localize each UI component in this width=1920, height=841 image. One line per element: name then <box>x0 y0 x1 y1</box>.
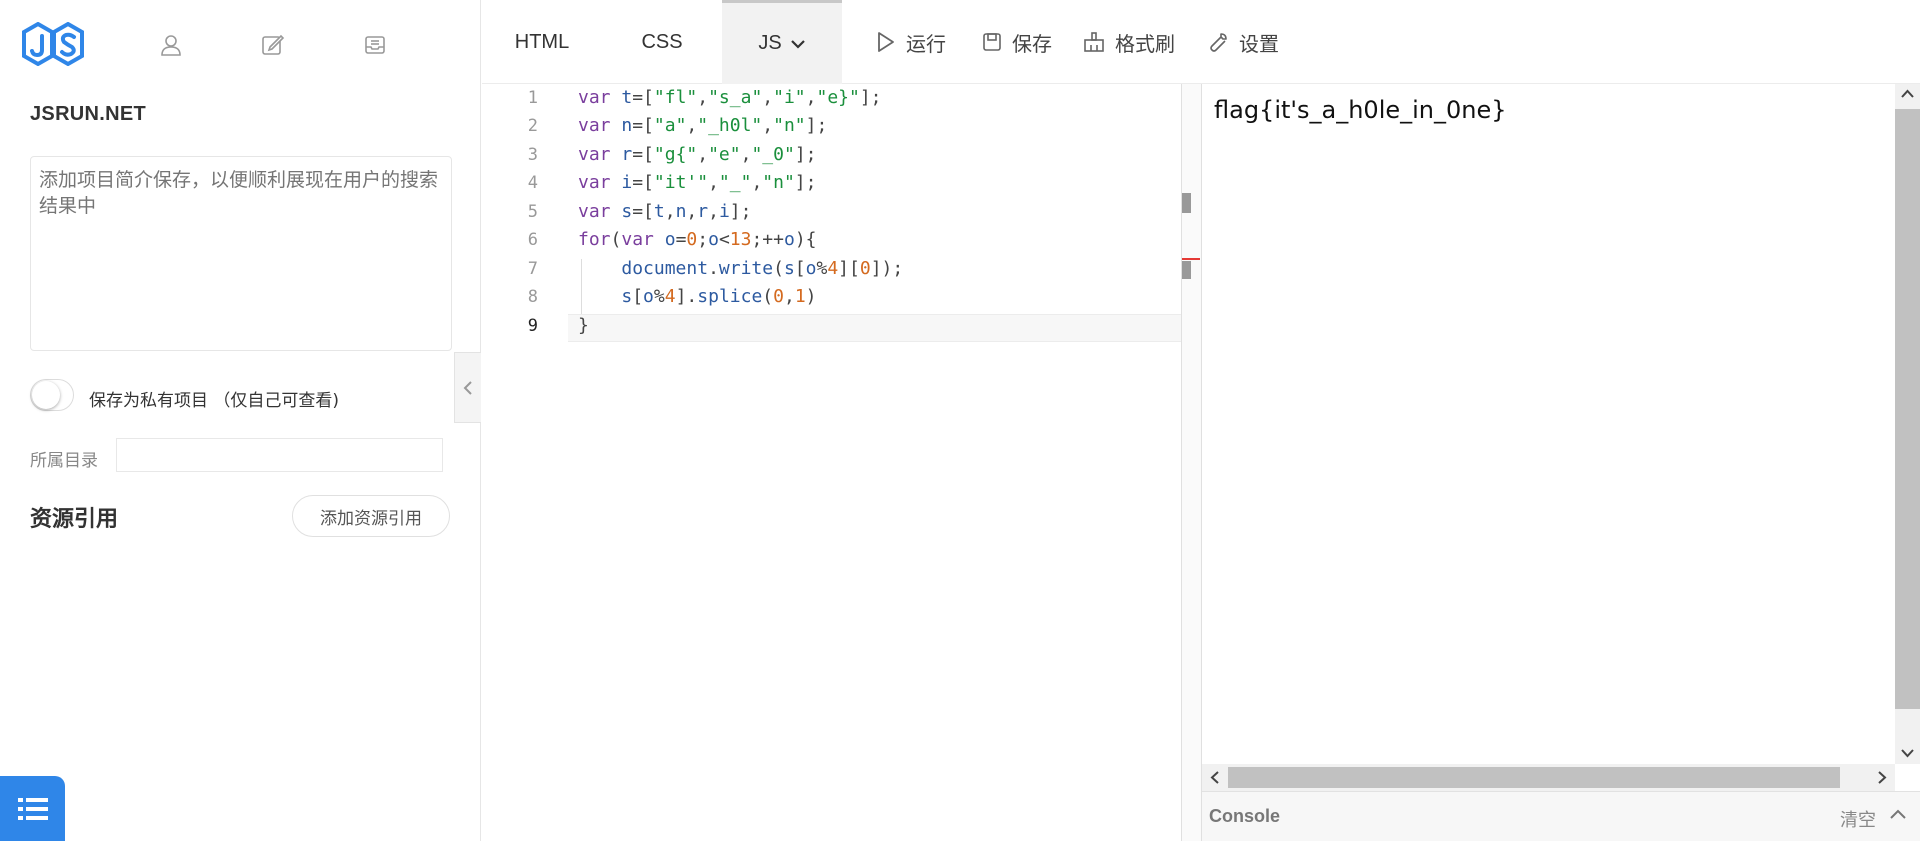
line-number: 5 <box>527 202 538 222</box>
brand-name: JSRUN.NET <box>30 103 147 125</box>
scroll-down-icon[interactable] <box>1901 749 1914 758</box>
sidebar: JSRUN.NET 保存为私有项目 （仅自己可查看) 所属目录 资源引用 添加资… <box>0 0 481 841</box>
tab-css-label: CSS <box>641 30 683 53</box>
sidebar-collapse-button[interactable] <box>454 352 481 423</box>
edit-icon[interactable] <box>261 33 285 57</box>
user-icon[interactable] <box>159 33 183 57</box>
preview-pane: flag{it's_a_h0le_in_0ne} <box>1202 84 1895 764</box>
chevron-up-icon[interactable] <box>1886 802 1910 826</box>
preview-horizontal-scrollbar[interactable] <box>1202 764 1895 791</box>
directory-select[interactable] <box>116 438 443 472</box>
save-button[interactable]: 保存 <box>982 26 1052 58</box>
list-icon <box>17 797 48 820</box>
directory-label: 所属目录 <box>30 451 98 471</box>
line-number: 4 <box>527 173 538 193</box>
menu-list-button[interactable] <box>0 776 65 841</box>
add-resource-button[interactable]: 添加资源引用 <box>292 495 450 537</box>
wrench-icon <box>1210 33 1227 52</box>
code-line: var t=["fl","s_a","i","e}"]; <box>578 87 882 108</box>
preview-output: flag{it's_a_h0le_in_0ne} <box>1214 96 1507 124</box>
toggle-knob <box>32 381 60 409</box>
inbox-icon[interactable] <box>363 33 387 57</box>
line-number: 6 <box>527 230 538 250</box>
run-label: 运行 <box>906 31 946 56</box>
code-line: var r=["g{","e","_0"]; <box>578 144 817 165</box>
code-line: } <box>578 315 589 336</box>
settings-button[interactable]: 设置 <box>1207 26 1279 58</box>
code-line: document.write(s[o%4][0]); <box>621 258 904 279</box>
format-button[interactable]: 格式刷 <box>1083 26 1175 58</box>
console-clear-button[interactable]: 清空 <box>1840 806 1876 832</box>
code-line: var s=[t,n,r,i]; <box>578 201 752 222</box>
console-panel: Console 清空 <box>1202 791 1920 841</box>
scrollbar-mark <box>1182 193 1191 213</box>
save-icon <box>983 33 1001 51</box>
run-button[interactable]: 运行 <box>876 26 946 58</box>
preview-horizontal-thumb[interactable] <box>1228 767 1840 788</box>
settings-label: 设置 <box>1239 31 1279 56</box>
resources-title: 资源引用 <box>30 507 119 532</box>
format-label: 格式刷 <box>1115 31 1175 56</box>
project-description-input[interactable] <box>30 156 452 351</box>
sidebar-nav <box>0 0 481 90</box>
error-marker <box>1182 258 1200 260</box>
tab-js[interactable]: JS <box>722 0 842 84</box>
code-editor[interactable]: 1 2 3 4 5 6 7 8 9 var t=["fl","s_a","i",… <box>482 84 1181 841</box>
line-number: 7 <box>527 259 538 279</box>
line-number: 1 <box>527 88 538 108</box>
private-project-label: 保存为私有项目 （仅自己可查看) <box>89 391 340 411</box>
preview-vertical-scrollbar[interactable] <box>1895 84 1920 764</box>
line-number: 8 <box>527 287 538 307</box>
console-label: Console <box>1209 806 1281 826</box>
play-icon <box>878 32 894 52</box>
jsrun-logo-icon[interactable] <box>22 22 86 66</box>
scroll-left-icon[interactable] <box>1210 771 1219 784</box>
active-line-highlight <box>568 314 1181 342</box>
tab-html-label: HTML <box>514 30 570 53</box>
private-project-toggle[interactable] <box>30 379 74 411</box>
scrollbar-mark <box>1182 261 1191 279</box>
line-number-gutter: 1 2 3 4 5 6 7 8 9 <box>482 84 568 841</box>
preview-vertical-thumb[interactable] <box>1895 109 1920 709</box>
tab-js-label: JS <box>758 32 782 54</box>
line-number: 3 <box>527 145 538 165</box>
scroll-up-icon[interactable] <box>1901 89 1914 98</box>
scroll-right-icon[interactable] <box>1878 771 1887 784</box>
code-line: for(var o=0;o<13;++o){ <box>578 229 817 250</box>
format-brush-icon <box>1084 32 1104 52</box>
line-number: 9 <box>527 316 538 336</box>
code-line: s[o%4].splice(0,1) <box>621 286 817 307</box>
tab-html[interactable]: HTML <box>482 0 602 84</box>
code-line: var n=["a","_h0l","n"]; <box>578 115 828 136</box>
chevron-left-icon <box>463 380 472 395</box>
top-toolbar: HTML CSS JS 运行 保存 格式刷 设置 <box>482 0 1920 84</box>
tab-css[interactable]: CSS <box>602 0 722 84</box>
chevron-down-icon <box>790 39 805 49</box>
save-label: 保存 <box>1012 31 1052 56</box>
code-line: var i=["it'","_","n"]; <box>578 172 817 193</box>
line-number: 2 <box>527 116 538 136</box>
